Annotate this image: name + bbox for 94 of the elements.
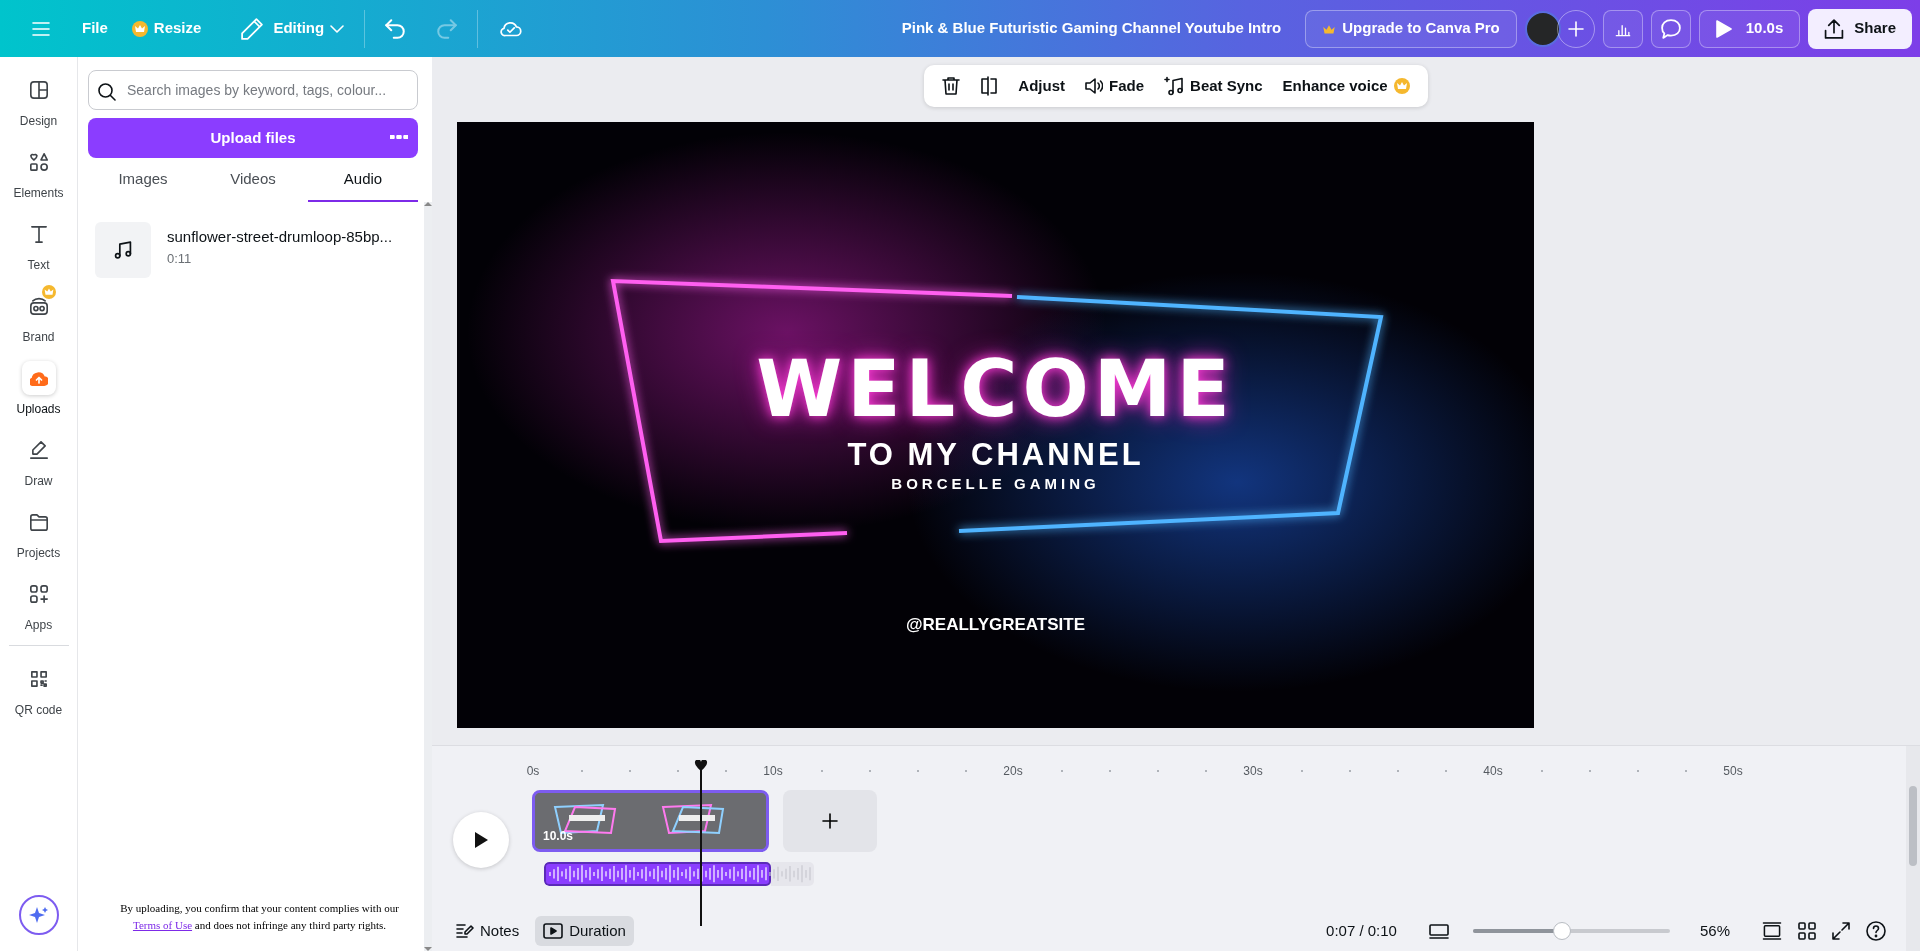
sidebar-item[interactable]: Design <box>0 65 78 137</box>
video-frame-icon <box>543 923 564 939</box>
share-icon <box>1824 18 1845 39</box>
trash-icon <box>942 77 961 95</box>
sidebar-item[interactable]: Uploads <box>0 353 78 425</box>
plus-icon <box>1567 20 1584 37</box>
brand-kit-icon <box>29 296 48 315</box>
timeline-play-button[interactable] <box>453 812 509 868</box>
tab[interactable]: Videos <box>198 158 308 202</box>
text-icon <box>29 224 48 243</box>
design-canvas[interactable]: WELCOME TO MY CHANNEL BORCELLE GAMING @REALLYGREATSITE <box>457 122 1534 728</box>
clip-duration: 10.0s <box>543 828 574 845</box>
grid-icon <box>1798 922 1816 940</box>
upgrade-button[interactable]: Upgrade to Canva Pro <box>1305 9 1517 48</box>
undo-icon <box>385 18 406 39</box>
add-clip-button[interactable] <box>783 790 877 852</box>
layout-icon <box>29 80 48 99</box>
upload-files-button[interactable]: Upload files <box>88 118 418 158</box>
audio-thumbnail[interactable] <box>95 222 151 278</box>
crown-icon <box>1393 78 1410 94</box>
handle-text: @REALLYGREATSITE <box>906 616 1085 633</box>
play-icon <box>1715 19 1732 38</box>
menu-icon <box>32 21 50 36</box>
more-icon <box>390 135 408 139</box>
toolbar-button[interactable]: Adjust <box>1010 70 1074 102</box>
brand-text: BORCELLE GAMING <box>891 476 1100 491</box>
upload-disclaimer: By uploading, you confirm that your content complies with our Terms of Use and does not infringe any third party rights. <box>119 900 400 934</box>
tab[interactable]: Audio <box>308 158 418 202</box>
file-name[interactable]: sunflower-street-drumloop-85bp... <box>167 226 393 249</box>
sparkle-icon <box>29 907 48 923</box>
playhead-handle[interactable] <box>694 760 709 772</box>
speech-bubble-icon <box>1660 18 1681 39</box>
plus-icon <box>822 813 838 829</box>
crown-icon <box>131 20 148 37</box>
redo-icon <box>437 18 458 39</box>
toolbar-button[interactable]: Beat Sync <box>1156 70 1271 102</box>
scroll-up-icon <box>424 202 432 206</box>
share-button[interactable]: Share <box>1808 8 1912 49</box>
play-button[interactable]: 10.0s <box>1698 9 1801 48</box>
scrollbar[interactable] <box>424 202 432 951</box>
beat-sync-icon <box>1164 76 1185 96</box>
notes-button[interactable]: Notes <box>448 915 528 947</box>
document-title: Pink & Blue Futuristic Gaming Channel Youtube Intro <box>901 18 1282 39</box>
zoom-slider[interactable] <box>1472 922 1670 940</box>
scrollbar[interactable] <box>1906 746 1920 951</box>
toolbar-button[interactable]: Enhance voice <box>1274 70 1418 102</box>
speaker-icon <box>1085 78 1104 94</box>
layout-icon <box>1428 923 1449 939</box>
video-clip[interactable]: 10.0s <box>532 790 769 852</box>
ruler-label: 20s <box>1003 763 1023 780</box>
scroll-down-icon <box>424 947 432 951</box>
notes-icon <box>456 924 474 938</box>
playback-time: 0:07 / 0:10 <box>1326 920 1397 941</box>
sidebar-item[interactable]: Elements <box>0 137 78 209</box>
sidebar-item[interactable]: Brand <box>0 281 78 353</box>
crown-icon <box>41 285 56 299</box>
zoom-percentage: 56% <box>1699 920 1730 941</box>
qr-code-icon <box>29 669 48 688</box>
insights-button[interactable] <box>1602 9 1643 48</box>
chevron-down-icon <box>330 24 345 33</box>
pencil-icon <box>241 17 264 40</box>
sidebar-item[interactable]: Apps <box>0 569 78 641</box>
expand-icon <box>1832 922 1850 940</box>
sidebar-item[interactable]: Text <box>0 209 78 281</box>
ruler-label: 40s <box>1483 763 1503 780</box>
duration-button[interactable]: Duration <box>535 915 634 947</box>
play-icon <box>474 832 488 848</box>
avatar[interactable] <box>1524 10 1561 47</box>
page-view-icon <box>1762 922 1782 940</box>
toolbar-button[interactable]: Fade <box>1077 70 1153 102</box>
folder-icon <box>29 512 48 531</box>
search-icon <box>98 82 116 101</box>
sidebar-item[interactable]: Projects <box>0 497 78 569</box>
search-field[interactable]: Search images by keyword, tags, colour... <box>88 70 418 110</box>
subtitle-text: TO MY CHANNEL <box>847 439 1144 470</box>
headline-text: WELCOME <box>756 350 1235 428</box>
apps-icon <box>29 584 48 603</box>
terms-link[interactable]: Terms of Use <box>132 919 193 932</box>
sidebar-item[interactable]: Draw <box>0 425 78 497</box>
ruler-label: 50s <box>1723 763 1743 780</box>
music-note-icon <box>114 241 132 259</box>
help-icon <box>1866 921 1886 941</box>
shapes-icon <box>29 152 48 171</box>
audio-track[interactable] <box>544 862 814 886</box>
sidebar-item[interactable]: QR code <box>0 654 78 726</box>
tab[interactable]: Images <box>88 158 198 202</box>
ruler-label: 30s <box>1243 763 1263 780</box>
pen-icon <box>29 440 48 459</box>
file-duration: 0:11 <box>167 249 193 268</box>
split-icon <box>980 76 999 96</box>
ruler-label: 0s <box>526 763 540 780</box>
ruler-label: 10s <box>763 763 783 780</box>
comment-button[interactable] <box>1650 9 1691 48</box>
magic-button[interactable] <box>18 895 59 935</box>
